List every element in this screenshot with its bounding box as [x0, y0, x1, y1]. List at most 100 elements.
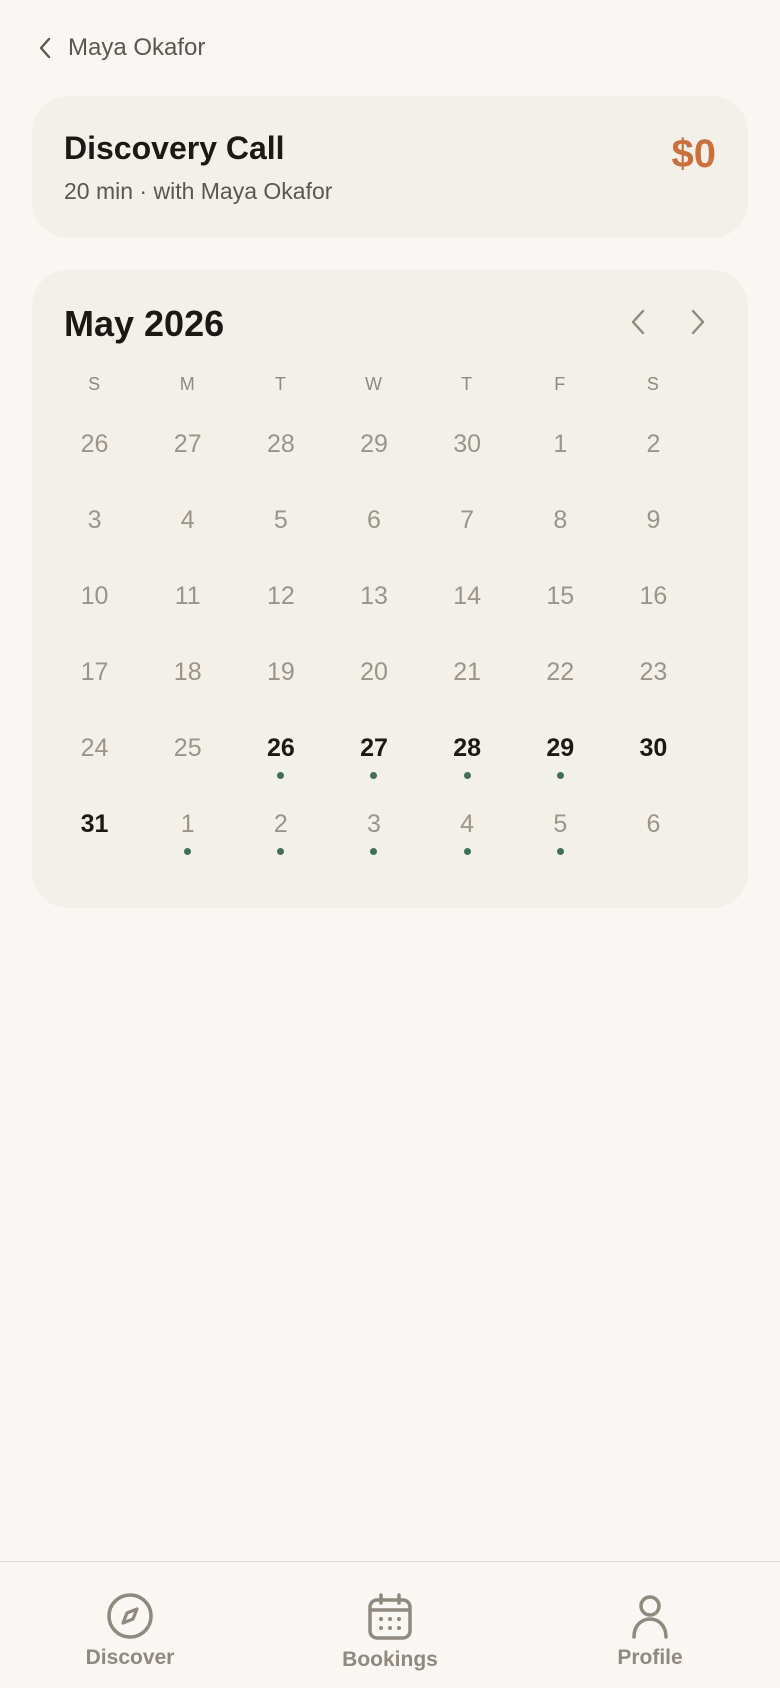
calendar-day-available[interactable]: 27	[327, 724, 420, 800]
calendar-day-available[interactable]: 31	[48, 800, 141, 876]
calendar-day: 23	[607, 648, 700, 724]
calendar-day-number: 26	[80, 430, 109, 458]
calendar-day: 5	[514, 800, 607, 876]
tab-profile-label: Profile	[617, 1646, 683, 1669]
calendar-card: May 2026 SMTWTFS 26 27 28 29 30 1 2 3 4 5 6 7 8 9 10 11…	[32, 270, 748, 908]
calendar-day: 20	[327, 648, 420, 724]
weekday-label: S	[646, 374, 660, 394]
calendar-day-number: 2	[646, 430, 661, 458]
calendar-day-number: 6	[646, 810, 661, 838]
calendar-day-number: 13	[360, 582, 388, 610]
calendar-day-number: 25	[173, 734, 202, 762]
calendar-day-number: 16	[639, 582, 668, 610]
slot-indicator-dot	[277, 772, 285, 779]
calendar-day-number: 15	[546, 582, 575, 610]
tab-bookings-label: Bookings	[342, 1648, 438, 1671]
service-card: Discovery Call 20 min · with Maya Okafor…	[32, 96, 748, 238]
calendar-day-number: 3	[87, 506, 102, 534]
calendar-day: 10	[48, 572, 141, 648]
calendar-day-number: 11	[174, 582, 201, 610]
calendar-day: 29	[327, 420, 420, 496]
chevron-right-icon	[690, 309, 706, 340]
back-button[interactable]: Maya Okafor	[38, 30, 205, 66]
calendar-day: 24	[48, 724, 141, 800]
calendar-day-number: 1	[553, 430, 568, 458]
calendar-day: 30	[421, 420, 514, 496]
calendar-day: 27	[141, 420, 234, 496]
bottom-tab-bar: Discover Bookings Profile	[0, 1561, 780, 1688]
slot-indicator-dot	[463, 772, 471, 779]
calendar-day-available[interactable]: 28	[421, 724, 514, 800]
calendar-day: 2	[234, 800, 327, 876]
calendar-day: 22	[514, 648, 607, 724]
calendar-day-available[interactable]: 26	[234, 724, 327, 800]
calendar-day: 4	[421, 800, 514, 876]
day-grid: 26 27 28 29 30 1 2 3 4 5 6 7 8 9 10 11 12 13 14 15 16 17 18 19 2…	[48, 420, 700, 876]
weekday-label: T	[461, 374, 474, 394]
calendar-day: 7	[421, 496, 514, 572]
calendar-day: 13	[327, 572, 420, 648]
calendar-day-number: 2	[273, 810, 288, 838]
calendar-day-number: 14	[453, 582, 482, 610]
calendar-day: 21	[421, 648, 514, 724]
calendar-day: 16	[607, 572, 700, 648]
calendar-day: 19	[234, 648, 327, 724]
previous-month-button[interactable]	[624, 309, 652, 340]
slot-indicator-dot	[184, 848, 192, 855]
calendar-month-label: May 2026	[64, 303, 225, 344]
calendar-day: 5	[234, 496, 327, 572]
tab-bookings[interactable]: Bookings	[300, 1592, 480, 1672]
slot-indicator-dot	[277, 848, 285, 855]
tab-discover-label: Discover	[85, 1646, 175, 1669]
weekday-label: S	[88, 374, 102, 394]
calendar-day-number: 1	[180, 810, 195, 838]
calendar-day-number: 28	[453, 734, 482, 762]
calendar-day: 15	[514, 572, 607, 648]
calendar-day-number: 9	[646, 506, 661, 534]
calendar-day-number: 22	[546, 658, 575, 686]
calendar-day-number: 5	[553, 810, 568, 838]
calendar-day-number: 29	[360, 430, 388, 458]
calendar-day: 11	[141, 572, 234, 648]
calendar-day: 28	[234, 420, 327, 496]
calendar-day: 8	[514, 496, 607, 572]
calendar-day: 1	[141, 800, 234, 876]
calendar-day-number: 10	[80, 582, 109, 610]
weekday-label: W	[364, 374, 383, 394]
calendar-day-number: 8	[553, 506, 568, 534]
calendar-day-number: 21	[453, 658, 482, 686]
calendar-day-number: 20	[360, 658, 388, 686]
calendar-day: 2	[607, 420, 700, 496]
calendar-day: 26	[48, 420, 141, 496]
tab-discover[interactable]: Discover	[40, 1592, 220, 1670]
service-title: Discovery Call	[64, 130, 285, 166]
calendar-day-number: 30	[453, 430, 482, 458]
calendar-day-number: 12	[266, 582, 295, 610]
back-label: Maya Okafor	[68, 34, 206, 61]
calendar-day-number: 28	[266, 430, 295, 458]
weekday-label: F	[554, 374, 567, 394]
calendar-day-available[interactable]: 29	[514, 724, 607, 800]
calendar-day-available[interactable]: 30	[607, 724, 700, 800]
calendar-day-number: 19	[266, 658, 295, 686]
slot-indicator-dot	[463, 848, 471, 855]
calendar-day: 6	[327, 496, 420, 572]
user-icon	[626, 1592, 674, 1640]
tab-profile[interactable]: Profile	[560, 1592, 740, 1670]
calendar-day: 14	[421, 572, 514, 648]
calendar-day: 3	[327, 800, 420, 876]
weekday-label: M	[179, 374, 196, 394]
calendar-day-number: 27	[173, 430, 202, 458]
calendar-day-number: 30	[639, 734, 668, 762]
slot-indicator-dot	[370, 772, 378, 779]
service-price: $0	[671, 132, 717, 176]
slot-indicator-dot	[556, 772, 564, 779]
calendar-day: 4	[141, 496, 234, 572]
chevron-left-icon	[630, 309, 646, 340]
compass-icon	[106, 1592, 154, 1640]
calendar-day-number: 5	[273, 506, 288, 534]
calendar-day: 25	[141, 724, 234, 800]
next-month-button[interactable]	[684, 309, 712, 340]
calendar-day-number: 3	[367, 810, 381, 838]
chevron-left-icon	[38, 37, 52, 59]
